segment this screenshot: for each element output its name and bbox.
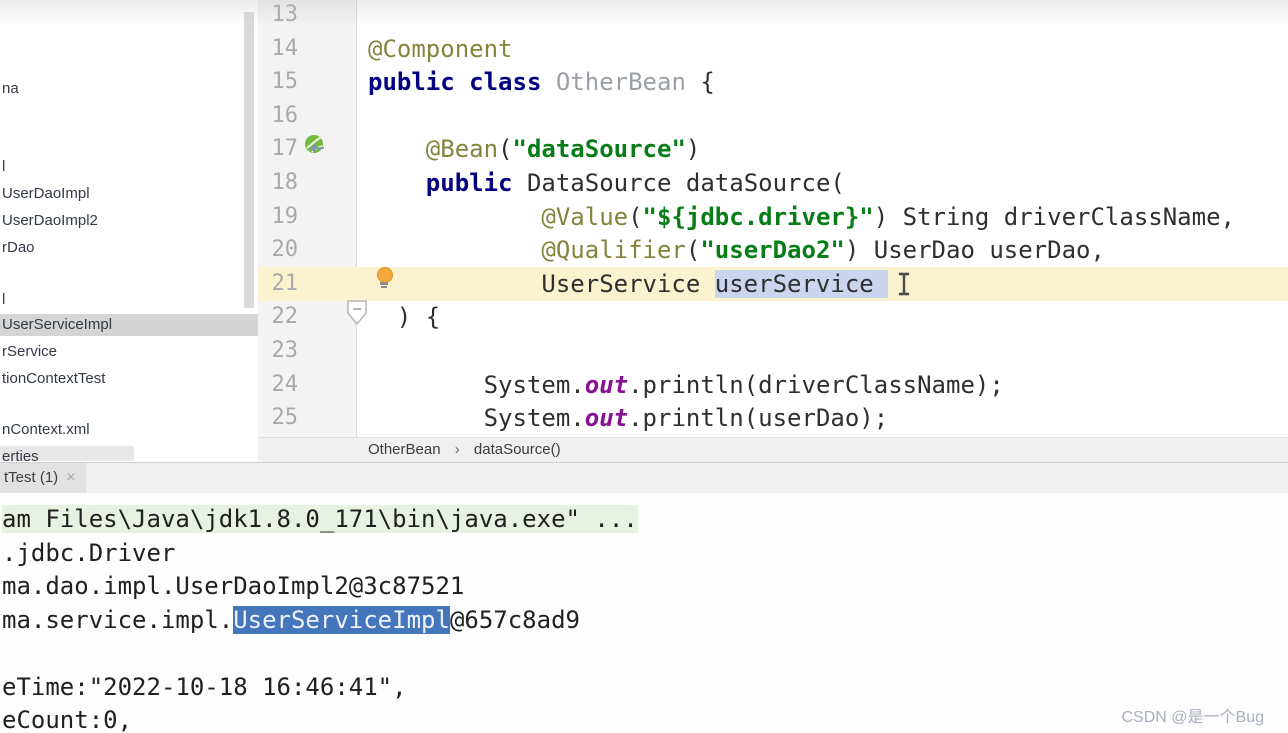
tree-item[interactable]: na: [0, 78, 258, 100]
code-token: out: [584, 404, 629, 433]
console-panel: tTest (1) × am Files\Java\jdk1.8.0_171\bi…: [0, 462, 1288, 733]
console-tab-strip: tTest (1) ×: [0, 463, 1288, 493]
tree-item[interactable]: nContext.xml: [0, 419, 258, 441]
code-token: .println(driverClassName);: [628, 370, 1004, 399]
console-text: ma.dao.impl.UserDaoImpl2@3c87521: [2, 572, 465, 600]
tree-item[interactable]: UserDaoImpl: [0, 183, 258, 205]
console-text: .jdbc.Driver: [2, 538, 176, 567]
line-number: 24: [271, 371, 299, 397]
console-tab-label: tTest (1): [4, 469, 59, 486]
code-token: ) UserDao userDao,: [844, 236, 1105, 265]
line-number: 14: [271, 35, 299, 61]
tree-item[interactable]: UserServiceImpl: [0, 314, 258, 336]
code-editor[interactable]: 13 14 @Component 15 public class OtherBean {…: [258, 0, 1288, 437]
code-token: ): [685, 135, 701, 164]
code-line[interactable]: ) {: [368, 300, 440, 334]
line-number: 13: [271, 2, 299, 27]
line-number: 15: [271, 69, 299, 95]
console-line[interactable]: eCount:0,: [2, 704, 132, 733]
fold-marker-icon[interactable]: [346, 300, 368, 326]
tree-item[interactable]: rService: [0, 341, 258, 363]
lightbulb-glass: [377, 267, 393, 283]
code-line[interactable]: @Component: [368, 32, 513, 66]
code-token: "${jdbc.driver}": [642, 202, 874, 231]
line-number: 23: [271, 338, 299, 363]
line-number: 25: [271, 405, 299, 431]
console-line[interactable]: am Files\Java\jdk1.8.0_171\bin\java.exe"…: [2, 503, 638, 536]
code-line[interactable]: @Value("${jdbc.driver}") String driverCl…: [368, 200, 1235, 234]
console-text: ma.service.impl.: [2, 605, 234, 634]
code-token: .println(userDao);: [628, 404, 889, 433]
breadcrumb-separator-icon: ›: [454, 441, 460, 458]
line-number: 21: [271, 270, 299, 296]
console-text: @657c8ad9: [449, 605, 580, 634]
close-icon[interactable]: ×: [66, 463, 75, 493]
code-token: {: [700, 68, 715, 97]
line-number: 17: [271, 136, 299, 162]
line-number: 19: [271, 203, 299, 229]
watermark: CSDN @是一个Bug: [1121, 709, 1265, 726]
line-number: 22: [271, 304, 299, 330]
code-token: (: [498, 135, 513, 164]
code-token: public class: [368, 68, 556, 97]
console-text: eCount:0,: [2, 706, 133, 733]
code-token: @Component: [368, 34, 513, 63]
breadcrumb-method[interactable]: dataSource(): [474, 438, 561, 461]
ide-screenshot: na l UserDaoImpl UserDaoImpl2 rDao l UserServi…: [0, 0, 1288, 733]
code-line[interactable]: UserService userService: [368, 267, 888, 301]
line-number: 16: [271, 102, 299, 128]
code-line[interactable]: System.out.println(userDao);: [368, 401, 889, 435]
line-number: 18: [271, 170, 299, 195]
code-token: public: [425, 169, 527, 197]
code-line[interactable]: System.out.println(driverClassName);: [368, 368, 1004, 402]
code-token: (: [628, 202, 643, 231]
tree-item[interactable]: erties: [0, 446, 134, 461]
code-token: UserService: [368, 269, 715, 298]
code-line[interactable]: public class OtherBean {: [368, 65, 715, 99]
console-line[interactable]: eTime:"2022-10-18 16:46:41",: [2, 671, 407, 704]
console-text: am Files\Java\jdk1.8.0_171\bin\java.exe"…: [2, 505, 638, 533]
code-token: @Qualifier: [541, 236, 686, 265]
console-selected-text: UserServiceImpl: [233, 605, 450, 634]
console-line[interactable]: ma.dao.impl.UserDaoImpl2@3c87521: [2, 570, 464, 603]
code-token: DataSource dataSource(: [526, 169, 845, 197]
console-line[interactable]: .jdbc.Driver: [2, 537, 175, 570]
breadcrumb: OtherBean › dataSource(): [258, 437, 1288, 463]
code-token: (: [685, 236, 701, 265]
lightbulb-base: [380, 282, 388, 285]
code-token: @Bean: [425, 135, 499, 164]
code-token: out: [584, 370, 629, 399]
code-token: ) String driverClassName,: [873, 202, 1235, 231]
code-token: @Value: [541, 202, 629, 231]
tree-item[interactable]: l: [0, 289, 258, 311]
code-token: System.: [368, 370, 585, 399]
code-token: OtherBean: [555, 68, 701, 97]
spring-bean-icon[interactable]: [304, 134, 328, 158]
code-token: ) {: [368, 303, 441, 332]
line-number: 20: [271, 237, 299, 263]
breadcrumb-class[interactable]: OtherBean: [368, 438, 441, 461]
code-token: System.: [368, 404, 585, 433]
selected-identifier: userService: [714, 269, 888, 298]
lightbulb-icon[interactable]: [376, 266, 393, 290]
console-line[interactable]: ma.service.impl.UserServiceImpl@657c8ad9: [2, 604, 580, 637]
lightbulb-base-2: [381, 286, 387, 288]
code-line[interactable]: public DataSource dataSource(: [368, 166, 845, 200]
project-tree-panel: na l UserDaoImpl UserDaoImpl2 rDao l UserServi…: [0, 0, 258, 461]
code-token: "dataSource": [512, 135, 686, 164]
code-token: "userDao2": [700, 236, 845, 265]
ibeam-cursor: [896, 272, 912, 296]
tree-item[interactable]: rDao: [0, 237, 258, 259]
tree-item[interactable]: l: [0, 156, 258, 178]
tree-item[interactable]: tionContextTest: [0, 368, 258, 390]
code-line[interactable]: @Qualifier("userDao2") UserDao userDao,: [368, 233, 1105, 267]
console-tab[interactable]: tTest (1) ×: [0, 463, 86, 493]
code-line[interactable]: @Bean("dataSource"): [368, 132, 701, 166]
console-text: eTime:"2022-10-18 16:46:41",: [2, 672, 407, 701]
tree-item[interactable]: UserDaoImpl2: [0, 210, 258, 232]
